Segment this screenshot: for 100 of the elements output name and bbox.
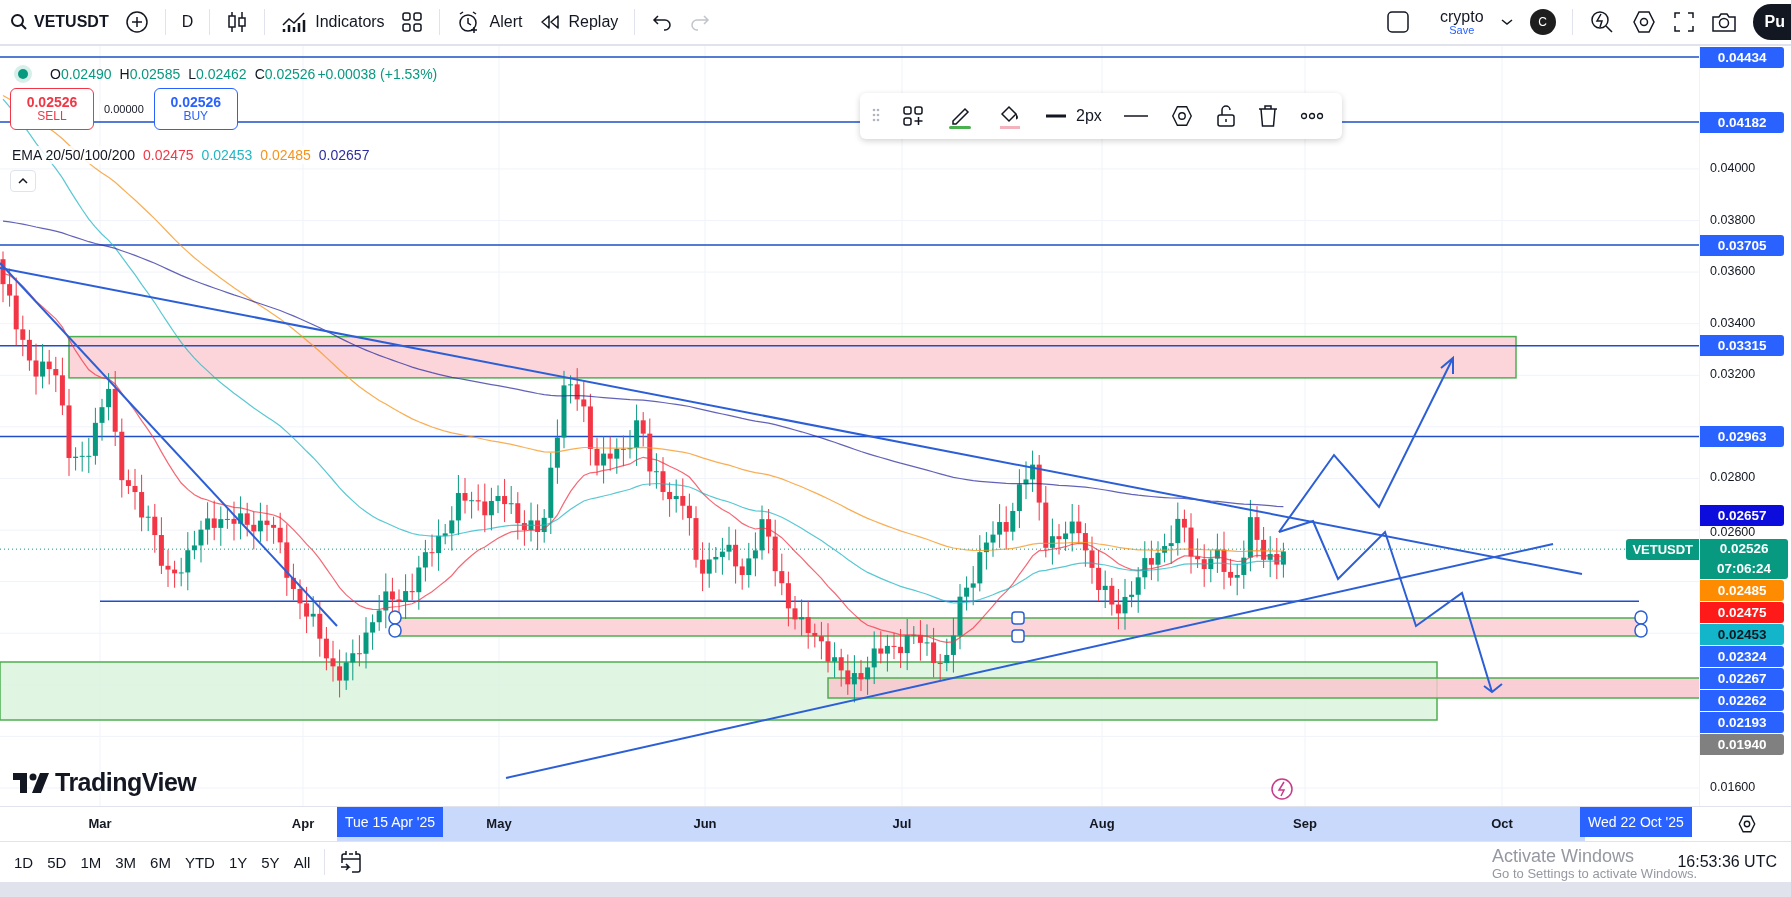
price-badge: 0.04434 <box>1700 46 1785 68</box>
ohlc-value: 0.02462 <box>196 66 247 82</box>
range-end-label: Wed 22 Oct '25 <box>1580 807 1692 837</box>
drag-handle-icon[interactable] <box>872 108 880 124</box>
calendar-icon[interactable] <box>339 850 364 874</box>
settings-icon[interactable] <box>1737 814 1757 834</box>
more-icon[interactable] <box>1299 112 1324 120</box>
ohlc-value: 0.02585 <box>129 66 181 82</box>
price-badge: 0.03705 <box>1700 234 1785 256</box>
fullscreen-icon[interactable] <box>1672 11 1695 33</box>
ohlc-label: O <box>50 66 61 82</box>
trash-icon[interactable] <box>1257 104 1278 128</box>
price-tick: 0.03200 <box>1710 368 1756 382</box>
indicator-value: 0.02475 <box>143 147 194 163</box>
indicator-value: 0.02657 <box>318 147 370 163</box>
range-button[interactable]: 3M <box>115 853 137 871</box>
layout-name[interactable]: crypto <box>1439 8 1484 25</box>
price-badge: 0.02485 <box>1700 579 1785 601</box>
avatar[interactable]: C <box>1529 9 1556 35</box>
indicators-button[interactable]: Indicators <box>281 11 385 33</box>
rewind-icon <box>538 13 561 31</box>
interval-button[interactable]: D <box>181 13 194 31</box>
line-handle[interactable] <box>1011 611 1025 643</box>
buy-button[interactable]: 0.02526 BUY <box>153 88 238 130</box>
logo-text: TradingView <box>55 768 197 797</box>
layout-grid-icon[interactable] <box>400 11 423 33</box>
lightning-search-icon[interactable] <box>1588 9 1615 35</box>
month-label: May <box>485 816 513 831</box>
range-button[interactable]: 1Y <box>228 853 248 871</box>
save-label[interactable]: Save <box>1449 24 1475 36</box>
line-style-icon[interactable] <box>1123 114 1148 118</box>
symbol-tag: VETUSDT <box>1626 538 1700 560</box>
price-badge: 0.04182 <box>1700 111 1785 133</box>
undo-icon[interactable] <box>651 12 674 32</box>
alert-button[interactable]: Alert <box>455 10 523 34</box>
camera-icon[interactable] <box>1710 11 1737 33</box>
month-label: Jun <box>692 816 718 831</box>
templates-icon[interactable] <box>902 105 924 127</box>
status-dot <box>18 69 28 79</box>
price-tick: 0.03600 <box>1710 265 1756 279</box>
unlock-icon[interactable] <box>1215 104 1236 128</box>
symbol-search[interactable]: VETUSDT <box>10 13 109 31</box>
month-label: Jul <box>891 816 913 831</box>
month-label: Sep <box>1292 816 1318 831</box>
ohlc-label: L <box>188 66 197 82</box>
add-symbol-icon[interactable] <box>124 10 149 34</box>
range-button[interactable]: 5Y <box>261 853 280 871</box>
price-badge: 0.02324 <box>1700 645 1785 667</box>
collapse-button[interactable] <box>10 170 36 192</box>
price-badge: 0.03315 <box>1700 335 1785 357</box>
price-tick: 0.03400 <box>1710 316 1756 330</box>
price-badge: 0.02475 <box>1700 601 1785 623</box>
lightning-icon[interactable] <box>1271 778 1293 800</box>
ohlc-label: H <box>119 66 130 82</box>
logo-icon <box>13 772 49 793</box>
range-button[interactable]: 1D <box>14 853 34 871</box>
caret-up-icon <box>17 177 29 185</box>
line-width-button[interactable]: 2px <box>1046 107 1102 125</box>
price-badge: 0.02262 <box>1700 689 1785 711</box>
price-badge: 0.02526 07:06:24 <box>1700 538 1789 579</box>
chevron-down-icon[interactable] <box>1499 17 1514 27</box>
ohlc-value: 0.02490 <box>60 66 112 82</box>
publish-button[interactable]: Pu <box>1752 4 1791 40</box>
settings-icon[interactable] <box>1630 9 1657 35</box>
price-tick: 0.02600 <box>1710 525 1756 539</box>
month-label: Mar <box>87 816 113 831</box>
price-badge: 0.02193 <box>1700 711 1785 733</box>
price-badge: 0.02657 <box>1700 504 1785 526</box>
candles-icon[interactable] <box>226 10 249 34</box>
range-start-label: Tue 15 Apr '25 <box>337 807 444 837</box>
indicator-value: 0.02485 <box>260 147 311 163</box>
price-tick: 0.01600 <box>1710 781 1756 794</box>
range-button[interactable]: YTD <box>184 853 215 871</box>
range-button[interactable]: 5D <box>47 853 67 871</box>
indicator-value: 0.02453 <box>201 147 253 163</box>
square-icon[interactable] <box>1385 10 1410 34</box>
indicator-name[interactable]: EMA 20/50/100/200 <box>12 147 135 163</box>
month-label: Apr <box>290 816 316 831</box>
chart-icon <box>281 11 308 33</box>
range-button[interactable]: 1M <box>80 853 102 871</box>
range-button[interactable]: All <box>293 853 311 871</box>
sell-button[interactable]: 0.02526 SELL <box>10 88 94 130</box>
month-label: Oct <box>1490 816 1514 831</box>
price-badge: 0.02453 <box>1700 623 1785 645</box>
search-icon <box>10 13 28 31</box>
line-handle[interactable] <box>388 610 402 638</box>
settings-icon[interactable] <box>1169 104 1194 128</box>
change-value: +0.00038 (+1.53%) <box>317 66 438 82</box>
range-button[interactable]: 6M <box>150 853 171 871</box>
price-badge: 0.02963 <box>1700 425 1785 447</box>
price-badge: 0.01940 <box>1700 733 1785 755</box>
price-tick: 0.03800 <box>1710 213 1756 227</box>
ohlc-value: 0.02526 <box>264 66 316 82</box>
replay-button[interactable]: Replay <box>538 13 619 31</box>
line-handle[interactable] <box>1634 610 1648 638</box>
price-badge: 0.02267 <box>1700 667 1785 689</box>
price-tick: 0.02800 <box>1710 471 1756 485</box>
price-tick: 0.04000 <box>1710 161 1756 175</box>
ohlc-label: C <box>254 66 265 82</box>
line-icon <box>1046 114 1066 118</box>
